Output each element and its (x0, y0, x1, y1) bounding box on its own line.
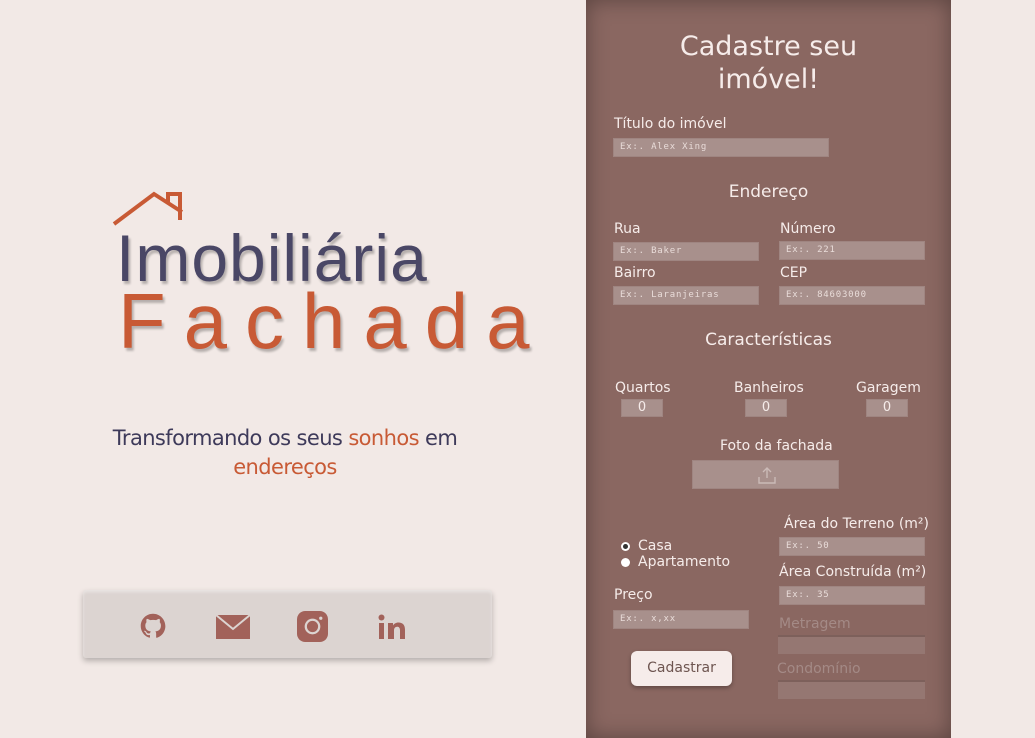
features-section-heading: Características (705, 330, 832, 350)
submit-button[interactable]: Cadastrar (631, 651, 732, 686)
cep-input[interactable]: Ex:. 84603000 (779, 286, 925, 305)
street-input[interactable]: Ex:. Baker (613, 242, 759, 261)
condo-label: Condomínio (777, 661, 861, 677)
title-input[interactable]: Ex:. Alex Xing (613, 138, 829, 157)
property-form-panel: Cadastre seu imóvel! Título do imóvel Ex… (586, 0, 951, 738)
title-label: Título do imóvel (614, 116, 727, 132)
number-label: Número (780, 221, 836, 237)
house-radio[interactable] (621, 541, 630, 551)
footage-label: Metragem (779, 616, 851, 632)
brand-name-line2: Fachada (118, 277, 548, 365)
cep-label: CEP (780, 265, 808, 281)
number-input[interactable]: Ex:. 221 (779, 241, 925, 260)
price-label: Preço (614, 587, 653, 603)
apartment-radio[interactable] (621, 557, 630, 567)
tagline-highlight-addresses: endereços (233, 455, 337, 479)
bathrooms-input[interactable]: 0 (745, 399, 787, 417)
built-area-label: Área Construída (m²) (779, 564, 927, 580)
land-area-label: Área do Terreno (m²) (784, 516, 929, 532)
bedrooms-label: Quartos (615, 380, 671, 396)
photo-upload-button[interactable] (692, 460, 839, 489)
tagline: Transformando os seus sonhos em endereço… (60, 424, 510, 482)
garage-label: Garagem (856, 380, 921, 396)
github-icon[interactable] (139, 612, 167, 640)
footage-input[interactable] (778, 635, 925, 654)
apartment-label: Apartamento (638, 554, 731, 570)
type-apartment-option[interactable]: Apartamento (621, 554, 730, 570)
bathrooms-label: Banheiros (734, 380, 804, 396)
form-title-line2: imóvel! (717, 64, 820, 95)
tagline-highlight-dreams: sonhos (348, 426, 419, 450)
type-house-option[interactable]: Casa (621, 538, 672, 554)
house-label: Casa (638, 538, 673, 554)
condo-input[interactable] (778, 680, 925, 699)
social-links-bar (83, 590, 492, 658)
built-area-input[interactable]: Ex:. 35 (779, 586, 925, 605)
linkedin-icon[interactable] (378, 614, 408, 640)
tagline-text-em: em (418, 426, 458, 450)
mail-icon[interactable] (215, 614, 251, 640)
bedrooms-input[interactable]: 0 (621, 399, 663, 417)
photo-label: Foto da fachada (720, 438, 833, 454)
tagline-text: Transformando os seus (112, 426, 349, 450)
garage-input[interactable]: 0 (866, 399, 908, 417)
form-title: Cadastre seu imóvel! (586, 30, 951, 96)
address-section-heading: Endereço (728, 182, 809, 202)
district-input[interactable]: Ex:. Laranjeiras (613, 286, 759, 305)
instagram-icon[interactable] (297, 611, 328, 642)
upload-icon (758, 467, 776, 484)
form-title-line1: Cadastre seu (679, 31, 858, 62)
street-label: Rua (614, 221, 641, 237)
price-input[interactable]: Ex:. x,xx (613, 610, 749, 629)
land-area-input[interactable]: Ex:. 50 (779, 537, 925, 556)
district-label: Bairro (614, 265, 656, 281)
